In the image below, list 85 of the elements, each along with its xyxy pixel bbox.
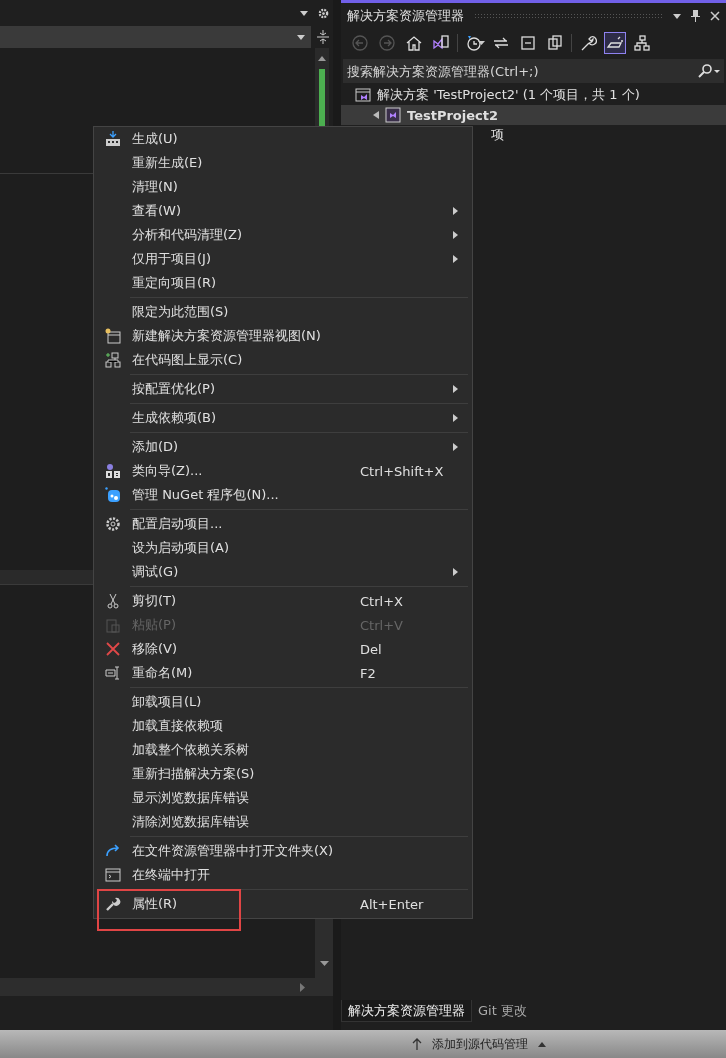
shortcut-label: Alt+Enter [360, 896, 425, 912]
change-marker [319, 69, 325, 129]
menu-item[interactable]: 生成(U) [94, 127, 472, 151]
dropdown-arrow-icon[interactable] [300, 10, 308, 16]
dropdown-arrow-icon [297, 34, 305, 40]
search-icon[interactable] [698, 64, 720, 78]
menu-item[interactable]: 加载直接依赖项 [94, 714, 472, 738]
split-icon[interactable] [317, 30, 329, 44]
menu-item[interactable]: 按配置优化(P) [94, 377, 472, 401]
scroll-up-icon[interactable] [318, 56, 326, 61]
panel-title: 解决方案资源管理器 [347, 7, 464, 25]
menu-item[interactable]: 清除浏览数据库错误 [94, 810, 472, 834]
copy-icon [546, 34, 564, 52]
menu-item[interactable]: 新建解决方案资源管理器视图(N) [94, 324, 472, 348]
tree-item[interactable]: TestProject2 [341, 105, 726, 125]
settings-icon[interactable] [318, 7, 329, 19]
menu-item[interactable]: 移除(V) Del [94, 637, 472, 661]
menu-item[interactable]: 仅用于项目(J) [94, 247, 472, 271]
scroll-down-icon[interactable] [319, 961, 329, 966]
clipboard-icon [105, 617, 121, 633]
dropdown-field[interactable] [0, 26, 311, 48]
map-button[interactable] [631, 32, 653, 54]
menu-item[interactable]: 加载整个依赖关系树 [94, 738, 472, 762]
home-icon [405, 34, 423, 52]
menu-item[interactable]: 限定为此范围(S) [94, 300, 472, 324]
gear-icon [105, 516, 121, 532]
close-icon[interactable] [710, 11, 720, 21]
collapse-icon [519, 34, 537, 52]
diagram-icon [105, 352, 121, 368]
menu-item[interactable]: 生成依赖项(B) [94, 406, 472, 430]
caret-up-icon[interactable] [538, 1041, 546, 1047]
preview-button[interactable] [604, 32, 626, 54]
menu-item[interactable]: 管理 NuGet 程序包(N)... [94, 483, 472, 507]
menu-item[interactable]: 重定向项目(R) [94, 271, 472, 295]
menu-item[interactable]: 重新扫描解决方案(S) [94, 762, 472, 786]
menu-item[interactable]: 剪切(T) Ctrl+X [94, 589, 472, 613]
menu-item[interactable]: 在代码图上显示(C) [94, 348, 472, 372]
menu-item[interactable]: 在终端中打开 [94, 863, 472, 887]
shortcut-label: Del [360, 641, 383, 657]
menu-item[interactable]: 分析和代码清理(Z) [94, 223, 472, 247]
shortcut-label: Ctrl+X [360, 593, 404, 609]
dropdown-arrow-icon[interactable] [673, 13, 681, 19]
menu-item[interactable]: 类向导(Z)... Ctrl+Shift+X [94, 459, 472, 483]
clock-icon [465, 34, 483, 52]
diagram-icon [633, 34, 651, 52]
scroll-right-icon[interactable] [300, 982, 305, 992]
scrollbar[interactable] [0, 978, 333, 996]
remove-icon [105, 641, 121, 657]
menu-item[interactable]: 重新生成(E) [94, 151, 472, 175]
menu-item[interactable]: 属性(R) Alt+Enter [94, 892, 472, 916]
pin-icon[interactable] [691, 10, 700, 22]
terminal-icon [105, 867, 121, 883]
menu-item[interactable]: 清理(N) [94, 175, 472, 199]
package-icon [105, 487, 121, 503]
switch-view-icon [432, 34, 450, 52]
dropdown-arrow-icon[interactable] [478, 41, 485, 45]
menu-item[interactable]: 显示浏览数据库错误 [94, 786, 472, 810]
menu-item[interactable]: 卸载项目(L) [94, 690, 472, 714]
menu-item[interactable]: 添加(D) [94, 435, 472, 459]
build-icon [105, 131, 121, 147]
rename-icon [105, 665, 121, 681]
project-icon [385, 107, 401, 123]
menu-item[interactable]: 配置启动项目... [94, 512, 472, 536]
shortcut-label: F2 [360, 665, 377, 681]
menu-item[interactable]: 设为启动项目(A) [94, 536, 472, 560]
shortcut-label: Ctrl+V [360, 617, 404, 633]
new-window-icon [105, 328, 121, 344]
search-field[interactable]: 搜索解决方案资源管理器(Ctrl+;) [343, 59, 724, 83]
menu-item[interactable]: 重命名(M) F2 [94, 661, 472, 685]
tree-item[interactable]: 解决方案 'TestProject2' (1 个项目，共 1 个) [341, 85, 726, 105]
menu-item[interactable]: 查看(W) [94, 199, 472, 223]
panel-tab[interactable]: Git 更改 [472, 1000, 533, 1022]
menu-item[interactable]: 调试(G) [94, 560, 472, 584]
solution-icon [355, 87, 371, 103]
forward-icon [378, 34, 396, 52]
menu-item[interactable]: 在文件资源管理器中打开文件夹(X) [94, 839, 472, 863]
expand-caret-icon[interactable] [373, 111, 379, 119]
redo-arrow-icon [105, 843, 121, 859]
panel-tab[interactable]: 解决方案资源管理器 [341, 1000, 472, 1022]
upload-arrow-icon[interactable] [412, 1038, 422, 1050]
shortcut-label: Ctrl+Shift+X [360, 463, 445, 479]
back-icon [351, 34, 369, 52]
source-control-label[interactable]: 添加到源代码管理 [432, 1035, 528, 1053]
class-icon [105, 463, 121, 479]
scissors-icon [105, 593, 121, 609]
